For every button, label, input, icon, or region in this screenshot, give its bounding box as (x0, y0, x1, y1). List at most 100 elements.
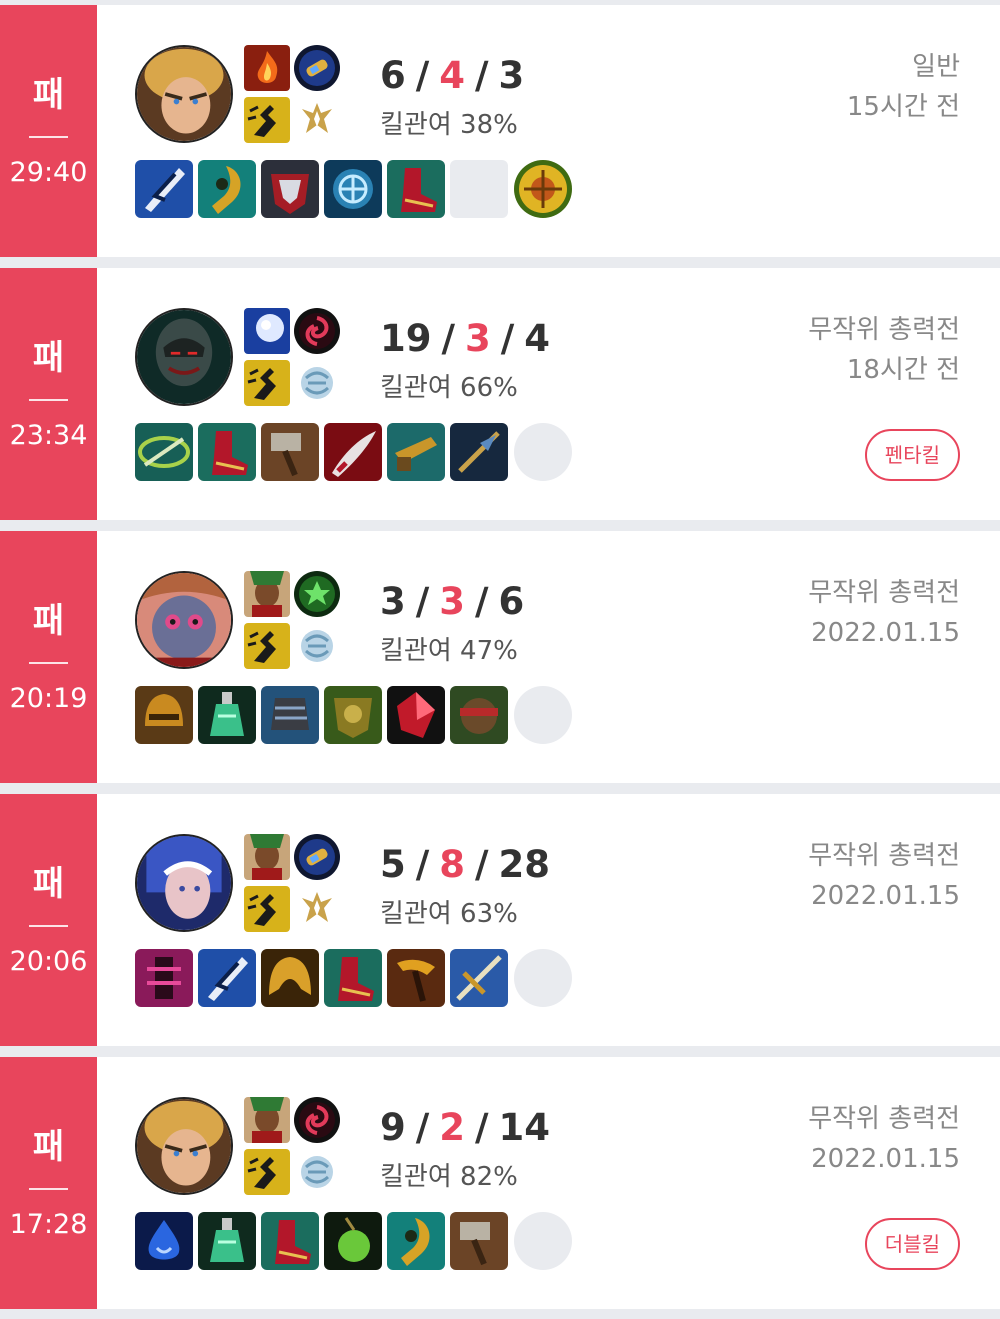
item-potion-icon[interactable] (198, 686, 256, 744)
item-gold-gun-icon[interactable] (387, 423, 445, 481)
item-green-gold-icon[interactable] (198, 160, 256, 218)
result-label: 패 (32, 75, 65, 115)
mark-snowball-icon[interactable] (244, 308, 290, 354)
match-card[interactable]: 패 23:34 19/3/4 킬관여 66% 무작위 총력전 18시간 전 펜타… (0, 268, 1000, 520)
oracle-lens-icon[interactable] (514, 160, 572, 218)
item-green-gold-icon[interactable] (387, 1212, 445, 1270)
deaths: 4 (439, 54, 466, 97)
kills: 6 (380, 54, 406, 97)
time-ago: 15시간 전 (846, 92, 960, 122)
result-label: 패 (32, 864, 65, 904)
kda-score: 6/4/3 (380, 54, 525, 97)
game-duration: 23:34 (9, 420, 88, 451)
item-red-crystal-icon[interactable] (387, 686, 445, 744)
champion-ashe-icon[interactable] (135, 834, 233, 932)
kills: 5 (380, 843, 406, 886)
item-bear-icon[interactable] (450, 686, 508, 744)
phase-rush-icon (244, 623, 290, 669)
item-red-boots-icon[interactable] (198, 423, 256, 481)
teleport-icon[interactable] (294, 834, 340, 880)
queue-type: 무작위 총력전 (808, 315, 960, 345)
queue-type: 무작위 총력전 (808, 1104, 960, 1134)
assists: 28 (498, 843, 551, 886)
champion-vex-icon[interactable] (135, 571, 233, 669)
kill-participation: 킬관여 38% (380, 110, 518, 140)
time-ago: 2022.01.15 (811, 1144, 960, 1174)
item-blue-bow-icon[interactable] (450, 949, 508, 1007)
empty-ward-slot (514, 949, 572, 1007)
multikill-badge: 더블킬 (864, 1218, 960, 1270)
result-divider (29, 1188, 68, 1190)
kda-score: 9/2/14 (380, 1106, 551, 1149)
item-grey-glove-icon[interactable] (261, 686, 319, 744)
item-hammer-icon[interactable] (450, 1212, 508, 1270)
deaths: 3 (465, 317, 491, 360)
result-panel: 패 23:34 (0, 268, 97, 520)
item-blue-blade-icon[interactable] (135, 160, 193, 218)
empty-ward-slot (514, 423, 572, 481)
item-teal-rune-icon[interactable] (324, 160, 382, 218)
champion-pyke-icon[interactable] (135, 308, 233, 406)
item-potion-icon[interactable] (198, 1212, 256, 1270)
empty-item-slot (450, 160, 508, 218)
match-card[interactable]: 패 29:40 6/4/3 킬관여 38% 일반 15시간 전 (0, 5, 1000, 257)
item-green-orb-icon[interactable] (324, 1212, 382, 1270)
heal-swirl-icon[interactable] (294, 571, 340, 617)
match-history-list: 패 29:40 6/4/3 킬관여 38% 일반 15시간 전 패 23:34 (0, 0, 1000, 1319)
champion-mini-icon[interactable] (244, 834, 290, 880)
item-green-armor-icon[interactable] (324, 686, 382, 744)
item-red-boots-icon[interactable] (387, 160, 445, 218)
assists: 6 (498, 580, 525, 623)
kda-score: 3/3/6 (380, 580, 525, 623)
empty-ward-slot (514, 1212, 572, 1270)
game-duration: 17:28 (9, 1209, 88, 1240)
item-gold-helm-icon[interactable] (135, 686, 193, 744)
kills: 19 (380, 317, 432, 360)
item-pink-tower-icon[interactable] (135, 949, 193, 1007)
item-blue-blade-icon[interactable] (198, 949, 256, 1007)
deaths: 8 (439, 843, 466, 886)
result-label: 패 (32, 1127, 65, 1167)
item-teal-sword-icon[interactable] (135, 423, 193, 481)
item-red-armor-icon[interactable] (261, 160, 319, 218)
queue-type: 무작위 총력전 (808, 841, 960, 871)
result-label: 패 (32, 601, 65, 641)
precision-rune-icon (294, 97, 340, 143)
item-gold-hammer-icon[interactable] (387, 949, 445, 1007)
item-red-blade-icon[interactable] (324, 423, 382, 481)
match-card[interactable]: 패 20:06 5/8/28 킬관여 63% 무작위 총력전 2022.01.1… (0, 794, 1000, 1046)
kda-score: 5/8/28 (380, 843, 551, 886)
item-gold-shield-icon[interactable] (261, 949, 319, 1007)
flash-swirl-icon[interactable] (294, 308, 340, 354)
result-panel: 패 17:28 (0, 1057, 97, 1309)
item-blue-tear-icon[interactable] (135, 1212, 193, 1270)
flash-swirl-icon[interactable] (294, 1097, 340, 1143)
champion-mini-icon[interactable] (244, 1097, 290, 1143)
deaths: 3 (439, 580, 466, 623)
phase-rush-icon (244, 1149, 290, 1195)
item-dark-blade-icon[interactable] (450, 423, 508, 481)
champion-mini-icon[interactable] (244, 571, 290, 617)
match-card[interactable]: 패 20:19 3/3/6 킬관여 47% 무작위 총력전 2022.01.15 (0, 531, 1000, 783)
kill-participation: 킬관여 82% (380, 1162, 518, 1192)
result-panel: 패 29:40 (0, 5, 97, 257)
champion-ezreal-icon[interactable] (135, 1097, 233, 1195)
item-red-boots-icon[interactable] (261, 1212, 319, 1270)
result-panel: 패 20:19 (0, 531, 97, 783)
match-card[interactable]: 패 17:28 9/2/14 킬관여 82% 무작위 총력전 2022.01.1… (0, 1057, 1000, 1309)
result-panel: 패 20:06 (0, 794, 97, 1046)
phase-rush-icon (244, 97, 290, 143)
item-red-boots-icon[interactable] (324, 949, 382, 1007)
sorcery-rune-icon (294, 360, 340, 406)
result-divider (29, 399, 68, 401)
ignite-icon[interactable] (244, 45, 290, 91)
phase-rush-icon (244, 360, 290, 406)
result-divider (29, 662, 68, 664)
result-label: 패 (32, 338, 65, 378)
assists: 14 (498, 1106, 551, 1149)
kills: 3 (380, 580, 406, 623)
item-hammer-icon[interactable] (261, 423, 319, 481)
champion-ezreal-icon[interactable] (135, 45, 233, 143)
teleport-icon[interactable] (294, 45, 340, 91)
assists: 4 (524, 317, 551, 360)
